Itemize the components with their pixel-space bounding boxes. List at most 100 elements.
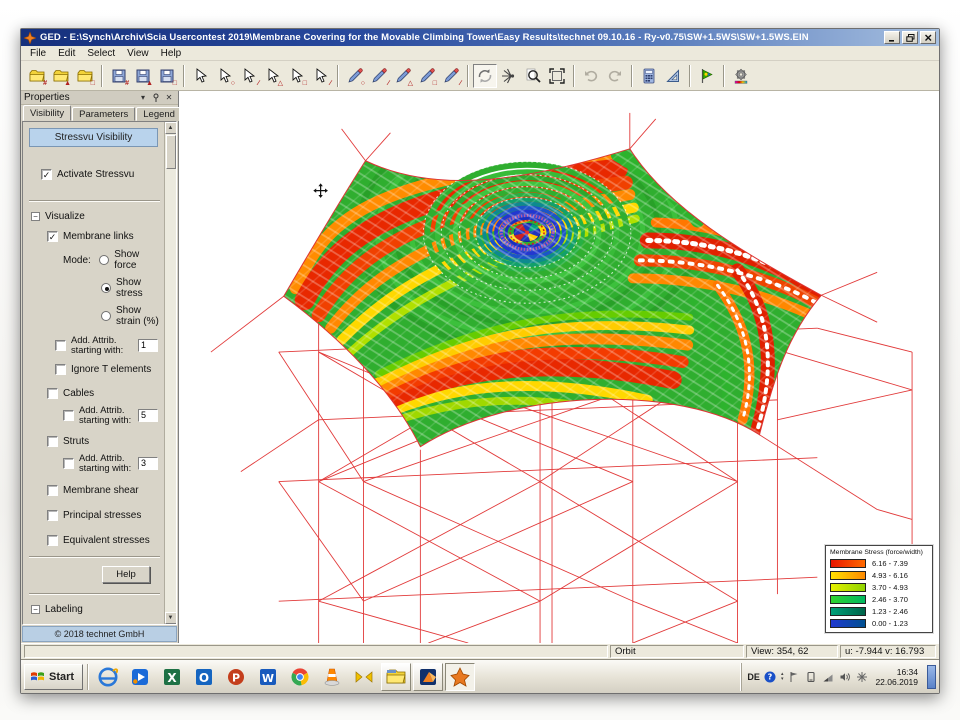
panel-close-icon[interactable]: ✕ (163, 92, 175, 103)
equivalent-stresses-checkbox[interactable] (47, 535, 58, 546)
tab-legend[interactable]: Legend (136, 107, 182, 121)
taskbar-app-word[interactable]: W (253, 663, 283, 691)
save-geometry-button[interactable]: □ (155, 64, 179, 88)
save-file-button[interactable]: # (107, 64, 131, 88)
cables-add-attrib-checkbox[interactable] (63, 410, 74, 421)
struts-add-attrib-field[interactable] (138, 457, 158, 470)
calculator-button[interactable] (637, 64, 661, 88)
cables-checkbox[interactable] (47, 388, 58, 399)
drawing-viewport[interactable]: Membrane Stress (force/width) 6.16 - 7.3… (179, 91, 939, 643)
scroll-down-icon[interactable]: ▼ (165, 612, 177, 624)
show-force-radio[interactable] (99, 255, 109, 265)
signal-icon[interactable] (821, 670, 834, 683)
taskbar-app-outlook[interactable]: O (189, 663, 219, 691)
device-icon[interactable] (804, 670, 817, 683)
show-stress-radio[interactable] (101, 283, 111, 293)
language-indicator[interactable]: DE (747, 672, 760, 682)
taskbar-app-ged-app[interactable] (445, 663, 475, 691)
save-mesh-button-badge: ▲ (146, 80, 153, 87)
panel-dropdown-icon[interactable]: ▾ (137, 92, 149, 103)
scrollbar-thumb[interactable] (166, 135, 176, 169)
zoom-in-button[interactable] (497, 64, 521, 88)
menu-item-view[interactable]: View (121, 48, 155, 59)
panel-scrollbar[interactable]: ▲ ▼ (164, 122, 176, 624)
zoom-extents-button[interactable] (545, 64, 569, 88)
membrane-shear-row: Membrane shear (27, 485, 162, 496)
volume-icon[interactable] (838, 670, 851, 683)
close-button[interactable] (920, 31, 936, 44)
draw-edges-button[interactable]: ∕ (439, 64, 463, 88)
help-icon[interactable]: ? (764, 670, 777, 683)
zoom-window-button[interactable] (521, 64, 545, 88)
cables-add-attrib-field[interactable] (138, 409, 158, 422)
taskbar-app-internet-explorer[interactable] (93, 663, 123, 691)
select-points-button[interactable]: ○ (213, 64, 237, 88)
show-strain-radio[interactable] (101, 311, 111, 321)
flag-icon[interactable] (787, 670, 800, 683)
properties-panel-titlebar[interactable]: Properties ▾ ✕ (21, 91, 178, 105)
principal-stresses-checkbox[interactable] (47, 510, 58, 521)
taskbar-app-powerpoint[interactable]: P (221, 663, 251, 691)
collapse-visualize-icon[interactable]: − (31, 212, 40, 221)
settings-button[interactable] (729, 64, 753, 88)
help-button[interactable]: Help (102, 566, 150, 583)
legend-range-label: 3.70 - 4.93 (872, 583, 908, 592)
open-mesh-button[interactable]: ▲ (49, 64, 73, 88)
struts-add-attrib-checkbox[interactable] (63, 458, 74, 469)
select-button[interactable] (189, 64, 213, 88)
menu-item-select[interactable]: Select (81, 48, 121, 59)
menu-bar: FileEditSelectViewHelp (21, 46, 939, 61)
draw-quads-button[interactable]: □ (415, 64, 439, 88)
labeling-group-label: Labeling (45, 604, 83, 615)
taskbar-app-vlc[interactable] (317, 663, 347, 691)
membrane-links-checkbox[interactable]: ✓ (47, 231, 58, 242)
labeling-group-row: − Labeling (27, 604, 162, 615)
panel-pin-icon[interactable] (150, 92, 162, 103)
orbit-button[interactable] (473, 64, 497, 88)
svg-text:P: P (232, 671, 240, 684)
membrane-add-attrib-field[interactable] (138, 339, 158, 352)
visualize-group-row: − Visualize (27, 211, 162, 222)
membrane-shear-checkbox[interactable] (47, 485, 58, 496)
draw-lines-button[interactable]: ∕ (367, 64, 391, 88)
draw-triangles-button[interactable]: △ (391, 64, 415, 88)
menu-item-file[interactable]: File (24, 48, 52, 59)
taskbar-app-sync-tool[interactable] (349, 663, 379, 691)
redo-button[interactable] (603, 64, 627, 88)
menu-item-help[interactable]: Help (155, 48, 188, 59)
panel-tabs: Visibility Parameters Legend (21, 105, 178, 121)
select-edges-button[interactable]: ∕ (309, 64, 333, 88)
show-desktop-button[interactable] (927, 665, 936, 689)
menu-item-edit[interactable]: Edit (52, 48, 81, 59)
draw-triangles-button-badge: △ (408, 80, 413, 87)
run-button[interactable] (695, 64, 719, 88)
taskbar-app-excel[interactable]: X (157, 663, 187, 691)
struts-checkbox[interactable] (47, 436, 58, 447)
ignore-t-checkbox[interactable] (55, 364, 66, 375)
draw-points-button[interactable]: ○ (343, 64, 367, 88)
save-mesh-button[interactable]: ▲ (131, 64, 155, 88)
taskbar-app-file-manager[interactable] (381, 663, 411, 691)
select-lines-button[interactable]: ∕ (237, 64, 261, 88)
measure-button[interactable] (661, 64, 685, 88)
select-quads-button[interactable]: □ (285, 64, 309, 88)
start-button[interactable]: Start (24, 664, 83, 690)
tab-visibility[interactable]: Visibility (23, 105, 71, 121)
collapse-labeling-icon[interactable]: − (31, 605, 40, 614)
expand-icon[interactable]: ▴▾ (781, 672, 784, 682)
taskbar-app-media-player[interactable] (125, 663, 155, 691)
scroll-up-icon[interactable]: ▲ (165, 122, 177, 134)
title-bar[interactable]: GED - E:\Synch\Archiv\Scia Usercontest 2… (21, 29, 939, 46)
membrane-add-attrib-checkbox[interactable] (55, 340, 66, 351)
open-file-button[interactable]: # (25, 64, 49, 88)
select-triangles-button[interactable]: △ (261, 64, 285, 88)
taskbar-app-photo-viewer[interactable] (413, 663, 443, 691)
minimize-button[interactable] (884, 31, 900, 44)
undo-button[interactable] (579, 64, 603, 88)
taskbar-app-chrome[interactable] (285, 663, 315, 691)
open-geometry-button[interactable]: □ (73, 64, 97, 88)
restore-button[interactable] (902, 31, 918, 44)
activate-stressvu-checkbox[interactable]: ✓ (41, 169, 52, 180)
network-icon[interactable] (855, 670, 868, 683)
tab-parameters[interactable]: Parameters (72, 107, 135, 121)
